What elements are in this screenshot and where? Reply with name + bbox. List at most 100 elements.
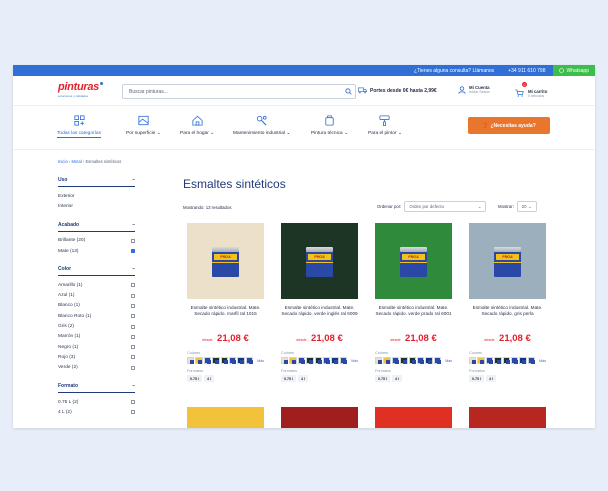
more-colors-link[interactable]: Más — [445, 359, 452, 363]
checkbox[interactable] — [131, 314, 135, 319]
checkbox[interactable] — [131, 293, 135, 298]
color-chip[interactable] — [203, 357, 212, 364]
checkbox[interactable] — [131, 238, 135, 243]
checkbox[interactable] — [131, 410, 135, 415]
color-chip[interactable] — [237, 357, 245, 364]
filter-header[interactable]: Formato – — [58, 383, 135, 393]
collapse-icon[interactable]: – — [132, 177, 135, 183]
product-image[interactable]: PROA — [469, 223, 546, 299]
color-chip[interactable] — [375, 357, 383, 364]
color-chip[interactable] — [391, 357, 400, 364]
filter-option[interactable]: Verde (2) — [58, 363, 135, 373]
product-image[interactable] — [469, 407, 546, 428]
product-image[interactable]: PROA — [375, 223, 452, 299]
checkbox[interactable] — [131, 400, 135, 404]
filter-header[interactable]: Uso – — [58, 177, 135, 187]
color-chip[interactable] — [314, 357, 323, 364]
collapse-icon[interactable]: – — [132, 266, 135, 272]
color-chip[interactable] — [417, 357, 425, 364]
nav-item-por-superficie[interactable]: Por superficie ⌄ — [126, 114, 161, 136]
checkbox[interactable] — [131, 303, 135, 308]
product-name[interactable]: Esmalte sintético industrial. Mate. Seca… — [281, 305, 358, 324]
color-chip[interactable] — [220, 357, 229, 364]
product-image[interactable] — [281, 407, 358, 428]
help-button[interactable]: ❓ ¿Necesitas ayuda? — [468, 117, 550, 134]
sort-select[interactable]: Orden por defecto ⌄ — [404, 201, 487, 212]
color-chip[interactable] — [400, 357, 408, 364]
color-chip[interactable] — [297, 357, 306, 364]
checkbox[interactable] — [131, 365, 135, 370]
color-chip[interactable] — [408, 357, 417, 364]
color-chip[interactable] — [383, 357, 391, 364]
format-chip[interactable]: 0.75 l — [469, 375, 484, 382]
color-chip[interactable] — [187, 357, 195, 364]
filter-option[interactable]: Amarillo (1) — [58, 280, 135, 290]
account-link[interactable]: Mi Cuenta Iniciar Sesión — [458, 85, 490, 94]
product-name[interactable]: Esmalte sintético industrial. Mate. Seca… — [187, 305, 264, 324]
breadcrumb-metal[interactable]: Metal — [72, 159, 82, 164]
checkbox[interactable] — [131, 283, 135, 288]
cart-link[interactable]: 0 Mi carrito 0 artículos — [515, 82, 547, 102]
color-chip[interactable] — [229, 357, 237, 364]
filter-option[interactable]: Rojo (3) — [58, 352, 135, 362]
collapse-icon[interactable]: – — [132, 383, 135, 389]
product-name[interactable]: Esmalte sintético industrial. Mate. Seca… — [469, 305, 546, 324]
color-chip[interactable] — [494, 357, 502, 364]
filter-option[interactable]: 0.75 L (2) — [58, 397, 135, 407]
filter-option[interactable]: Azul (1) — [58, 290, 135, 300]
product-image[interactable]: PROA — [187, 223, 264, 299]
color-chip[interactable] — [245, 357, 254, 364]
color-chip[interactable] — [519, 357, 527, 364]
filter-option[interactable]: Negro (1) — [58, 342, 135, 352]
format-chip[interactable]: 0.75 l — [187, 375, 202, 382]
format-chip[interactable]: 0.75 l — [281, 375, 296, 382]
format-chip[interactable]: 4 l — [204, 375, 214, 382]
product-card[interactable]: PROA Esmalte sintético industrial. Mate.… — [375, 223, 452, 382]
filter-option[interactable]: Brillante (20) — [58, 236, 135, 246]
color-chip[interactable] — [485, 357, 494, 364]
color-chip[interactable] — [281, 357, 289, 364]
checkbox[interactable] — [131, 345, 135, 350]
checkbox[interactable] — [131, 334, 135, 339]
more-colors-link[interactable]: Más — [351, 359, 358, 363]
search-input[interactable] — [123, 88, 341, 95]
filter-option[interactable]: Exterior — [58, 191, 135, 201]
filter-option[interactable]: Marrón (1) — [58, 332, 135, 342]
filter-option[interactable]: Mate (13) — [58, 246, 135, 256]
color-chip[interactable] — [195, 357, 203, 364]
color-chip[interactable] — [425, 357, 433, 364]
filter-option[interactable]: Blanco Roto (1) — [58, 311, 135, 321]
product-card[interactable]: PROA Esmalte sintético industrial. Mate.… — [187, 223, 264, 382]
nav-item-mantenimiento-industrial[interactable]: Mantenimiento industrial ⌄ — [233, 114, 290, 136]
color-chip[interactable] — [469, 357, 477, 364]
breadcrumb-inicio[interactable]: Inicio — [58, 159, 68, 164]
collapse-icon[interactable]: – — [132, 222, 135, 228]
product-card[interactable]: PROA Esmalte sintético industrial. Mate.… — [469, 223, 546, 382]
nav-item-para-el-hogar[interactable]: Para el hogar ⌄ — [180, 114, 214, 136]
checkbox[interactable] — [131, 355, 135, 360]
color-chip[interactable] — [289, 357, 297, 364]
checkbox[interactable] — [131, 324, 135, 329]
format-chip[interactable]: 0.75 l — [375, 375, 390, 382]
search-button[interactable] — [341, 88, 355, 95]
color-chip[interactable] — [511, 357, 519, 364]
more-colors-link[interactable]: Más — [257, 359, 264, 363]
whatsapp-button[interactable]: Whatsapp — [553, 65, 595, 76]
filter-header[interactable]: Color – — [58, 266, 135, 277]
color-chip[interactable] — [433, 357, 442, 364]
product-image[interactable] — [375, 407, 452, 428]
nav-item-pintura-tecnica[interactable]: Pintura técnica ⌄ — [311, 114, 348, 136]
show-select[interactable]: 20 ⌄ — [516, 201, 537, 212]
filter-header[interactable]: Acabado – — [58, 222, 135, 232]
color-chip[interactable] — [477, 357, 485, 364]
filter-option[interactable]: Gris (2) — [58, 321, 135, 331]
product-image[interactable] — [187, 407, 264, 428]
logo[interactable]: pinturas soluciones y calidades — [58, 82, 103, 98]
color-chip[interactable] — [306, 357, 314, 364]
nav-item-todas-las-categorias[interactable]: Todas las categorías — [57, 114, 101, 138]
filter-option[interactable]: Blanco (1) — [58, 301, 135, 311]
product-name[interactable]: Esmalte sintético industrial. Mate. Seca… — [375, 305, 452, 324]
color-chip[interactable] — [331, 357, 339, 364]
color-chip[interactable] — [502, 357, 511, 364]
filter-option[interactable]: Interior — [58, 201, 135, 211]
